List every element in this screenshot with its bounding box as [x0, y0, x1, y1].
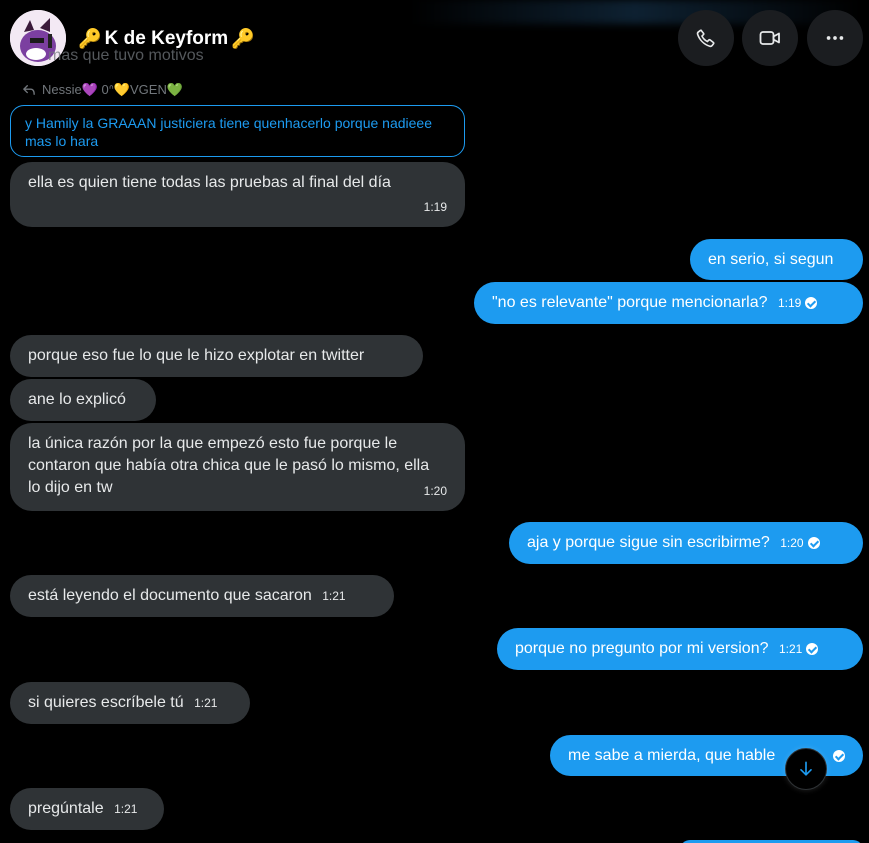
partial-message-text: mas que tuvo motivos [48, 47, 204, 64]
message-text: porque eso fue lo que le hizo explotar e… [28, 347, 365, 364]
video-icon [759, 31, 780, 45]
read-check-icon [807, 537, 820, 549]
message-text: me sabe a mierda, que hable [568, 747, 776, 764]
message-text: está leyendo el documento que sacaron [28, 587, 312, 604]
arrow-down-icon [800, 761, 812, 776]
message-text: aja y porque sigue sin escribirme? [527, 534, 770, 551]
message-time: 1:20 [780, 536, 804, 550]
reply-author: Nessie💜 0ᐢ💛VGEN💚 [42, 82, 184, 97]
message-time: 1:20 [423, 484, 447, 498]
message-time: 1:21 [322, 589, 346, 603]
reply-header: Nessie💜 0ᐢ💛VGEN💚 [22, 82, 183, 98]
key-emoji-right: 🔑 [231, 29, 255, 50]
message-time-group: 1:21 [778, 638, 819, 660]
message-time-group: 1:19 [777, 292, 818, 314]
message-outgoing[interactable]: porque no pregunto por mi version? 1:21 [497, 628, 863, 670]
message-time: 1:19 [423, 200, 447, 214]
message-text: porque no pregunto por mi version? [515, 640, 769, 657]
read-check-icon [806, 643, 819, 655]
message-incoming[interactable]: pregúntale 1:21 [10, 788, 164, 830]
message-text: si quieres escríbele tú [28, 694, 184, 711]
reply-icon [23, 85, 35, 95]
message-outgoing[interactable]: "no es relevante" porque mencionarla? 1:… [474, 282, 863, 324]
read-check-icon [833, 750, 845, 762]
message-time: 1:19 [777, 296, 802, 310]
message-incoming[interactable]: porque eso fue lo que le hizo explotar e… [10, 335, 423, 377]
message-time: 1:21 [778, 642, 803, 656]
call-button[interactable] [678, 10, 734, 66]
chat-header: 🔑 K de Keyform 🔑 [0, 0, 869, 78]
message-outgoing[interactable]: en serio, si segun [690, 239, 863, 280]
phone-icon [696, 29, 715, 48]
more-icon [826, 36, 844, 40]
message-text: ane lo explicó [28, 391, 126, 408]
scroll-down-button[interactable] [785, 748, 827, 790]
message-incoming[interactable]: si quieres escríbele tú 1:21 [10, 682, 250, 724]
message-text: "no es relevante" porque mencionarla? [492, 294, 768, 311]
message-incoming[interactable]: ane lo explicó [10, 379, 156, 421]
video-call-button[interactable] [742, 10, 798, 66]
message-time: 1:21 [194, 696, 218, 710]
quoted-message[interactable]: y Hamily la GRAAAN justiciera tiene quen… [10, 105, 465, 157]
message-incoming[interactable]: ella es quien tiene todas las pruebas al… [10, 162, 465, 227]
read-check-icon [805, 297, 818, 309]
message-text: ella es quien tiene todas las pruebas al… [28, 174, 391, 191]
message-outgoing[interactable]: aja y porque sigue sin escribirme? 1:20 [509, 522, 863, 564]
message-incoming[interactable]: la única razón por la que empezó esto fu… [10, 423, 465, 511]
message-text: la única razón por la que empezó esto fu… [28, 435, 430, 496]
message-time-group: 1:20 [780, 532, 820, 554]
message-time: 1:21 [114, 802, 138, 816]
message-text: pregúntale [28, 800, 104, 817]
more-options-button[interactable] [807, 10, 863, 66]
message-text: en serio, si segun [708, 251, 834, 268]
message-incoming[interactable]: está leyendo el documento que sacaron 1:… [10, 575, 394, 617]
